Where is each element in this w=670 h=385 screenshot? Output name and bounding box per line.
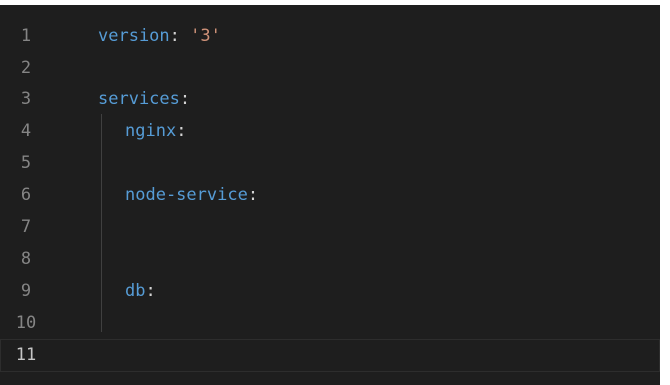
line-number: 7 bbox=[20, 217, 32, 237]
code-text: node-service: bbox=[125, 179, 258, 212]
line-number: 5 bbox=[20, 153, 32, 173]
code-text: services: bbox=[98, 83, 190, 116]
code-editor[interactable]: 1 version: '3' 2 3 services: 4 nginx: 5 … bbox=[0, 5, 660, 385]
yaml-string-value: '3' bbox=[179, 26, 221, 46]
yaml-colon: : bbox=[179, 89, 191, 109]
code-line[interactable]: 7 bbox=[0, 211, 660, 244]
code-line[interactable]: 4 nginx: bbox=[0, 115, 660, 148]
line-number: 9 bbox=[20, 281, 32, 301]
code-line-current[interactable]: 11 bbox=[0, 339, 660, 372]
yaml-key: version bbox=[98, 26, 170, 46]
code-line[interactable]: 6 node-service: bbox=[0, 179, 660, 212]
yaml-colon: : bbox=[176, 121, 187, 141]
yaml-colon: : bbox=[145, 281, 156, 301]
yaml-colon: : bbox=[169, 26, 180, 46]
yaml-key: nginx bbox=[125, 121, 177, 141]
code-line[interactable]: 5 bbox=[0, 147, 660, 180]
code-text: db: bbox=[125, 275, 156, 308]
code-line[interactable]: 1 version: '3' bbox=[0, 20, 660, 53]
line-number: 8 bbox=[20, 249, 32, 269]
line-number: 10 bbox=[15, 313, 37, 333]
indent-guide bbox=[101, 114, 102, 332]
code-line[interactable]: 2 bbox=[0, 52, 660, 85]
code-text: nginx: bbox=[125, 115, 186, 148]
line-number: 3 bbox=[20, 89, 32, 109]
code-line[interactable]: 10 bbox=[0, 307, 660, 340]
line-number: 2 bbox=[20, 58, 32, 78]
line-number: 4 bbox=[20, 121, 32, 141]
line-number: 1 bbox=[20, 26, 32, 46]
line-number-active: 11 bbox=[15, 345, 37, 365]
code-line[interactable]: 3 services: bbox=[0, 83, 660, 116]
code-line[interactable]: 9 db: bbox=[0, 275, 660, 308]
yaml-colon: : bbox=[247, 185, 259, 205]
yaml-key: node-service bbox=[125, 185, 248, 205]
line-number: 6 bbox=[20, 185, 32, 205]
yaml-key: services bbox=[98, 89, 180, 109]
code-line[interactable]: 8 bbox=[0, 243, 660, 276]
yaml-key: db bbox=[125, 281, 146, 301]
code-text: version: '3' bbox=[98, 20, 221, 53]
